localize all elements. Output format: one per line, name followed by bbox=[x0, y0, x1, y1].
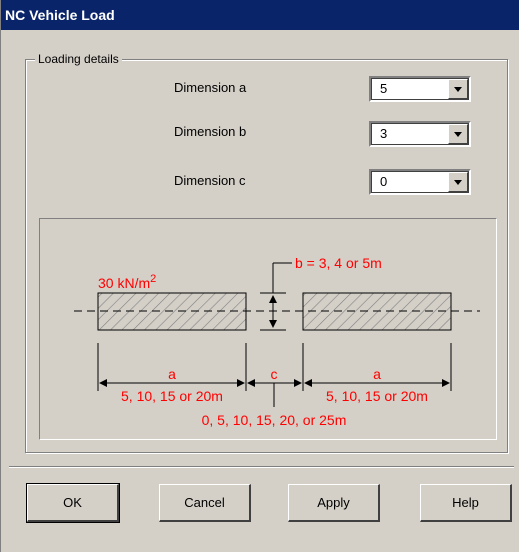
c-range: 0, 5, 10, 15, 20, or 25m bbox=[202, 412, 347, 428]
chevron-down-icon bbox=[454, 132, 462, 137]
ok-button[interactable]: OK bbox=[26, 483, 120, 523]
dialog-window: NC Vehicle Load Loading details Dimensio… bbox=[0, 0, 519, 552]
chevron-down-icon bbox=[454, 180, 462, 185]
separator bbox=[9, 466, 514, 468]
load-intensity-base: 30 kN/m bbox=[98, 275, 150, 291]
dimension-c-select[interactable]: 0 bbox=[369, 169, 471, 195]
dimension-b-dropdown-button[interactable] bbox=[448, 124, 468, 144]
window-title: NC Vehicle Load bbox=[5, 7, 115, 23]
dimension-c-label: Dimension c bbox=[174, 173, 246, 188]
dimension-b-label: Dimension b bbox=[174, 124, 247, 139]
load-diagram-svg: b = 3, 4 or 5m 30 kN/m2 a 5, 10, 15 or 2… bbox=[74, 255, 480, 428]
dimension-a-value: 5 bbox=[380, 81, 388, 96]
dimension-c-value: 0 bbox=[380, 174, 388, 189]
dimension-b-select[interactable]: 3 bbox=[369, 121, 471, 147]
b-note-text: b = 3, 4 or 5m bbox=[295, 255, 382, 271]
help-button[interactable]: Help bbox=[420, 484, 512, 522]
a1-range: 5, 10, 15 or 20m bbox=[121, 388, 223, 404]
a2-range: 5, 10, 15 or 20m bbox=[326, 388, 428, 404]
a2-label: a bbox=[373, 366, 381, 382]
cancel-button[interactable]: Cancel bbox=[159, 484, 251, 522]
title-bar[interactable]: NC Vehicle Load bbox=[1, 0, 519, 30]
dimension-a-dropdown-button[interactable] bbox=[448, 79, 468, 99]
dimension-a-label: Dimension a bbox=[174, 80, 247, 95]
load-intensity-text: 30 kN/m2 bbox=[98, 273, 156, 291]
dimension-c-dropdown-button[interactable] bbox=[448, 172, 468, 192]
apply-button[interactable]: Apply bbox=[288, 484, 380, 522]
c-label: c bbox=[271, 366, 278, 382]
dimension-b-value: 3 bbox=[380, 126, 388, 141]
load-diagram: b = 3, 4 or 5m 30 kN/m2 a 5, 10, 15 or 2… bbox=[39, 218, 497, 440]
a1-label: a bbox=[168, 366, 176, 382]
load-intensity-exponent: 2 bbox=[150, 273, 156, 285]
dimension-a-select[interactable]: 5 bbox=[369, 76, 471, 102]
group-label: Loading details bbox=[35, 51, 122, 67]
chevron-down-icon bbox=[454, 87, 462, 92]
